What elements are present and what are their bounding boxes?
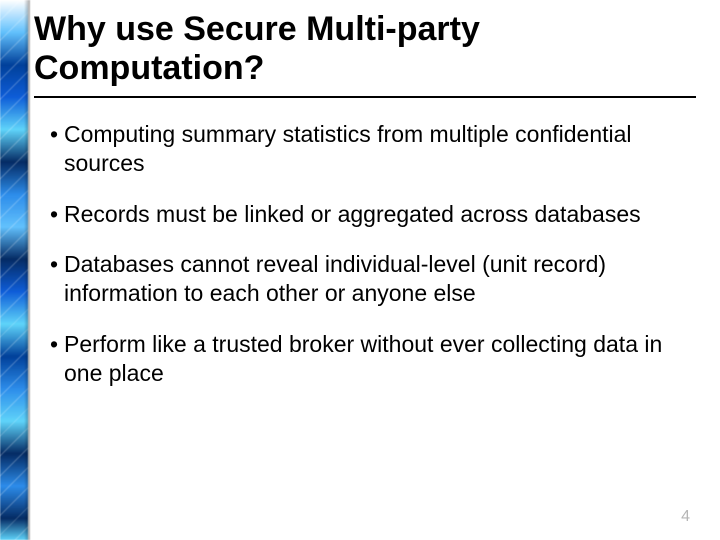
bullet-item: • Databases cannot reveal individual-lev… [50, 250, 696, 308]
bullet-text: Perform like a trusted broker without ev… [64, 330, 696, 388]
slide-title: Why use Secure Multi-party Computation? [34, 10, 696, 88]
bullet-text: Records must be linked or aggregated acr… [64, 200, 696, 229]
page-number: 4 [681, 508, 690, 526]
bullet-text: Computing summary statistics from multip… [64, 120, 696, 178]
bullet-item: • Perform like a trusted broker without … [50, 330, 696, 388]
bullet-dot-icon: • [50, 200, 64, 229]
bullet-item: • Records must be linked or aggregated a… [50, 200, 696, 229]
bullet-item: • Computing summary statistics from mult… [50, 120, 696, 178]
title-underline [34, 96, 696, 98]
slide-content: Why use Secure Multi-party Computation? … [34, 10, 696, 522]
bullet-dot-icon: • [50, 250, 64, 308]
bullet-list: • Computing summary statistics from mult… [34, 120, 696, 387]
decorative-left-band [0, 0, 28, 540]
bullet-dot-icon: • [50, 330, 64, 388]
bullet-dot-icon: • [50, 120, 64, 178]
bullet-text: Databases cannot reveal individual-level… [64, 250, 696, 308]
